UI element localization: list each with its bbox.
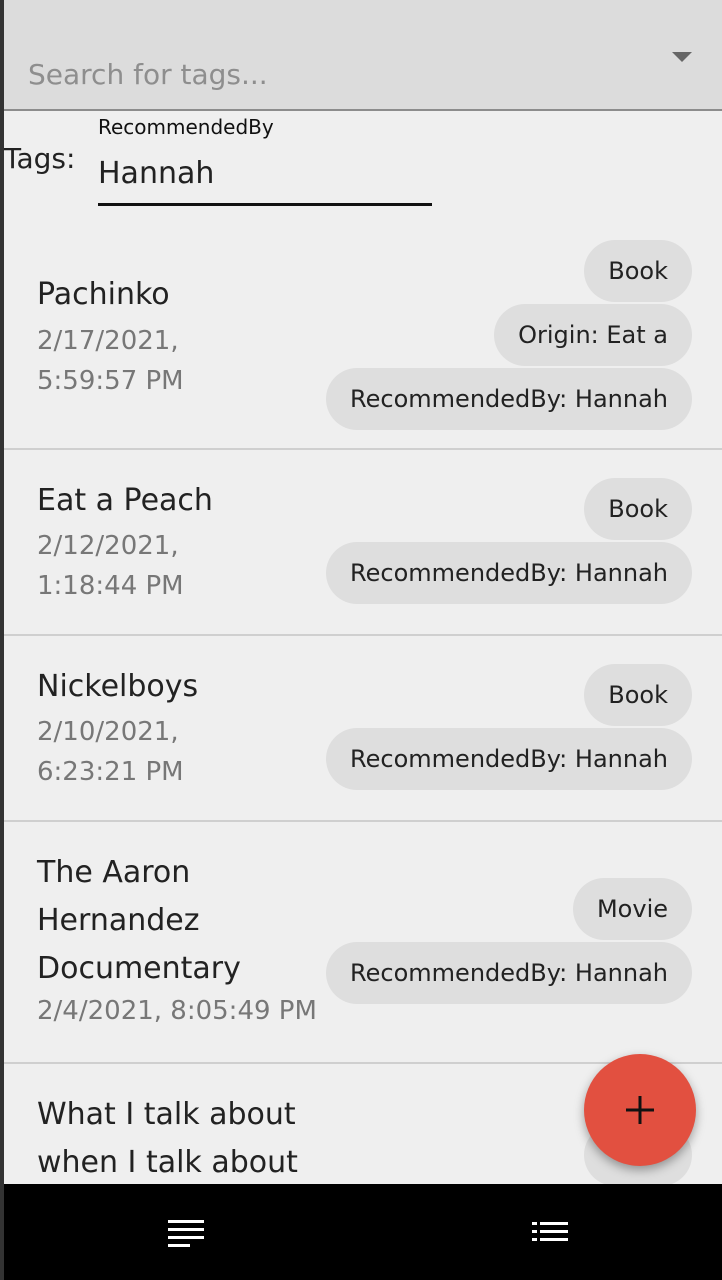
tag-chip[interactable]: Book [584, 664, 692, 726]
item-title: Pachinko [37, 277, 170, 312]
search-input[interactable] [28, 52, 628, 96]
list-item[interactable]: The Aaron Hernandez Documentary 2/4/2021… [4, 822, 722, 1064]
tag-filter-field[interactable]: RecommendedBy Hannah [98, 112, 432, 208]
tag-chip[interactable]: Movie [572, 878, 692, 940]
item-time: 5:59:57 PM [37, 366, 184, 396]
plus-icon [626, 1096, 654, 1124]
item-list: Pachinko 2/17/2021, 5:59:57 PM Book Orig… [4, 226, 722, 1184]
item-date: 2/4/2021, 8:05:49 PM [37, 996, 317, 1026]
tag-chip[interactable]: RecommendedBy: Hannah [326, 942, 692, 1004]
list-item[interactable]: Eat a Peach 2/12/2021, 1:18:44 PM Book R… [4, 450, 722, 636]
tag-field-value[interactable]: Hannah [98, 156, 214, 191]
item-title-line: The Aaron [37, 855, 191, 890]
item-time: 6:23:21 PM [37, 757, 184, 787]
item-date: 2/10/2021, [37, 717, 179, 747]
tag-chip[interactable]: RecommendedBy: Hannah [326, 542, 692, 604]
item-title: Nickelboys [37, 669, 199, 704]
item-title: Eat a Peach [37, 483, 213, 518]
item-time: 1:18:44 PM [37, 571, 184, 601]
item-title-line: when I talk about [37, 1145, 298, 1180]
tag-field-label: RecommendedBy [98, 115, 274, 139]
menu-nav-button[interactable] [166, 1214, 210, 1250]
tag-chip[interactable]: Origin: Eat a [494, 304, 692, 366]
bottom-navigation [4, 1184, 722, 1280]
tags-label: Tags: [4, 142, 76, 175]
dropdown-arrow-icon[interactable] [672, 52, 692, 62]
item-title-line: Documentary [37, 951, 241, 986]
item-date: 2/12/2021, [37, 531, 179, 561]
tag-chip[interactable]: RecommendedBy: Hannah [326, 368, 692, 430]
list-icon [532, 1222, 568, 1241]
list-item[interactable]: Nickelboys 2/10/2021, 6:23:21 PM Book Re… [4, 636, 722, 822]
tag-chip[interactable]: Book [584, 240, 692, 302]
item-date: 2/17/2021, [37, 326, 179, 356]
item-title-line: Hernandez [37, 903, 200, 938]
item-title-line: What I talk about [37, 1097, 296, 1132]
tag-chip[interactable]: Book [584, 478, 692, 540]
list-nav-button[interactable] [530, 1214, 574, 1250]
menu-icon [168, 1220, 204, 1247]
tag-chip[interactable]: RecommendedBy: Hannah [326, 728, 692, 790]
tag-field-underline [98, 203, 432, 206]
list-item[interactable]: Pachinko 2/17/2021, 5:59:57 PM Book Orig… [4, 226, 722, 450]
search-bar [4, 0, 722, 111]
add-item-button[interactable] [584, 1054, 696, 1166]
